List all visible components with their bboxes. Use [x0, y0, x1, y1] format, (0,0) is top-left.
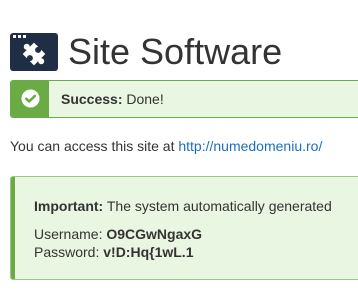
access-prefix: You can access this site at — [10, 138, 175, 154]
username-label: Username: — [34, 226, 103, 242]
important-label: Important: — [34, 198, 104, 214]
success-alert: Success: Done! — [10, 80, 358, 118]
important-message: Important: The system automatically gene… — [34, 198, 332, 214]
success-message: Success: Done! — [61, 91, 164, 107]
site-url-link[interactable]: http://numedomeniu.ro/ — [178, 138, 322, 154]
password-row: Password: v!D:Hq{1wL.1 — [34, 244, 193, 260]
page-title: Site Software — [68, 31, 283, 73]
important-alert: Important: The system automatically gene… — [10, 176, 358, 280]
important-text: The system automatically generated — [106, 198, 332, 214]
puzzle-piece-icon — [10, 33, 58, 72]
password-value: v!D:Hq{1wL.1 — [103, 244, 194, 260]
access-line: You can access this site at http://numed… — [10, 138, 322, 154]
success-text: Done! — [126, 91, 164, 107]
username-row: Username: O9CGwNgaxG — [34, 226, 202, 242]
check-circle-icon — [21, 89, 40, 108]
username-value: O9CGwNgaxG — [106, 226, 203, 242]
success-label: Success: — [61, 91, 123, 107]
password-label: Password: — [34, 244, 100, 260]
important-alert-bar — [11, 177, 15, 279]
